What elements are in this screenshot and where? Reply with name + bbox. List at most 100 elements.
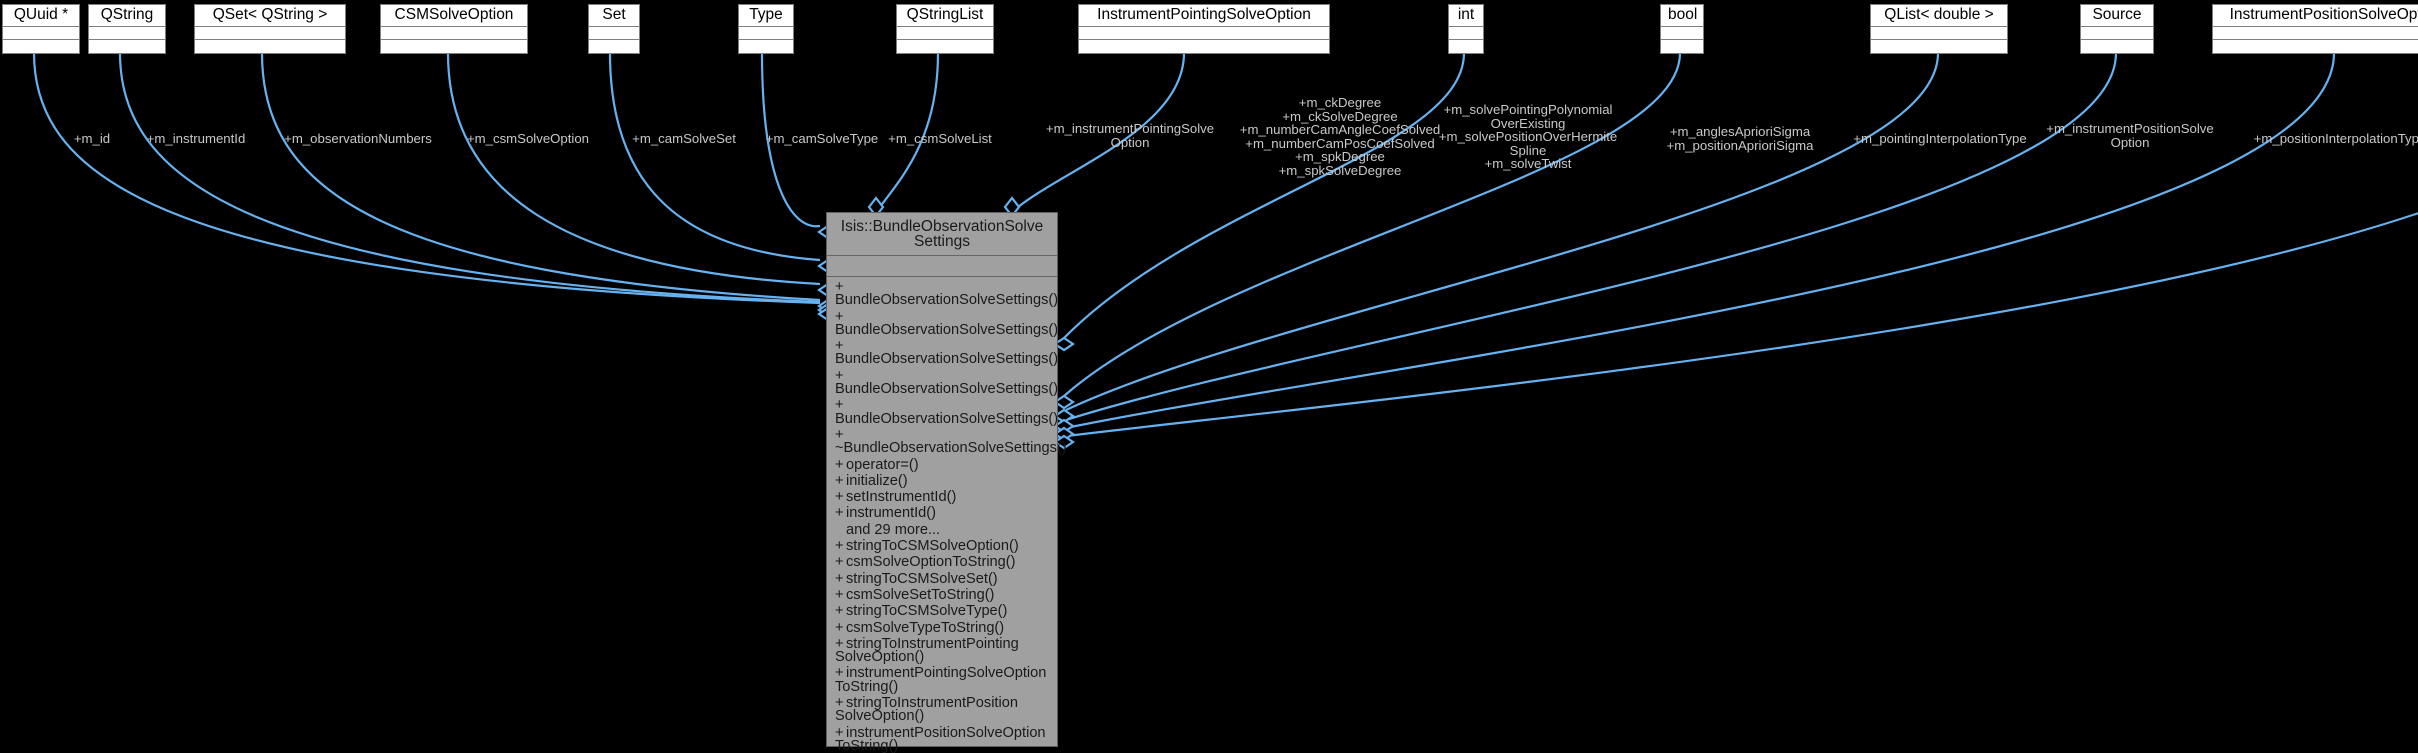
type-node[interactable]: QStringList bbox=[896, 4, 994, 54]
class-box-bundle-observation-solve-settings[interactable]: Isis::BundleObservationSolve Settings +B… bbox=[826, 212, 1067, 753]
type-node[interactable]: InstrumentPositionSolveOption bbox=[2212, 4, 2418, 54]
type-node-title: int bbox=[1449, 5, 1483, 27]
edge-label: +m_pointingInterpolationType bbox=[1853, 131, 2027, 146]
class-method-label: instrumentPositionSolveOption ToString() bbox=[835, 724, 1046, 753]
class-method-row[interactable]: +BundleObservationSolveSettings() bbox=[827, 280, 1059, 309]
type-node-attributes bbox=[3, 27, 79, 40]
edge-label: +m_instrumentId bbox=[146, 131, 246, 146]
type-node-title: bool bbox=[1661, 5, 1703, 27]
class-method-label: stringToCSMSolveSet() bbox=[846, 570, 998, 587]
type-node-operations bbox=[897, 40, 993, 53]
type-node-title: Set bbox=[589, 5, 639, 27]
type-node-operations bbox=[1449, 40, 1483, 53]
edge-layer bbox=[32, 52, 2418, 450]
class-method-row[interactable]: +~BundleObservationSolveSettings() bbox=[827, 428, 1067, 456]
class-method-label: instrumentId() bbox=[846, 505, 937, 522]
class-method-label: stringToCSMSolveOption() bbox=[846, 538, 1019, 555]
type-node-attributes bbox=[195, 27, 345, 40]
type-node-attributes bbox=[1449, 27, 1483, 40]
edge-label: +m_csmSolveOption bbox=[466, 131, 590, 146]
type-node-operations bbox=[1079, 40, 1329, 53]
visibility-marker: + bbox=[835, 570, 844, 587]
type-node-operations bbox=[381, 40, 527, 53]
edge-label: +m_positionInterpolationType bbox=[2253, 131, 2418, 146]
type-node-attributes bbox=[897, 27, 993, 40]
type-node-attributes bbox=[2081, 27, 2153, 40]
type-node[interactable]: QUuid * bbox=[2, 4, 80, 54]
visibility-marker: + bbox=[835, 505, 844, 522]
type-node-title: Source bbox=[2081, 5, 2153, 27]
type-node[interactable]: CSMSolveOption bbox=[380, 4, 528, 54]
class-method-label: stringToCSMSolveType() bbox=[846, 603, 1008, 620]
class-method-row[interactable]: + csmSolveTypeToString() bbox=[827, 619, 1057, 636]
class-method-label: BundleObservationSolveSettings() bbox=[835, 292, 1059, 309]
class-method-label: BundleObservationSolveSettings() bbox=[835, 381, 1059, 398]
class-method-row[interactable]: + instrumentPositionSolveOption ToString(… bbox=[827, 724, 1057, 753]
class-method-row[interactable]: + stringToInstrumentPointing SolveOption(… bbox=[827, 636, 1057, 664]
class-method-row[interactable]: + stringToCSMSolveSet() bbox=[827, 570, 1057, 587]
class-method-row[interactable]: + stringToCSMSolveOption() bbox=[827, 538, 1057, 555]
class-method-row[interactable]: + csmSolveOptionToString() bbox=[827, 554, 1057, 571]
visibility-marker: + bbox=[835, 456, 844, 473]
type-node-operations bbox=[739, 40, 793, 53]
class-method-label: BundleObservationSolveSettings() bbox=[835, 351, 1059, 368]
edge-label: +m_anglesAprioriSigma +m_positionApriori… bbox=[1666, 124, 1814, 153]
class-method-label: setInstrumentId() bbox=[846, 489, 957, 506]
class-method-row[interactable]: + stringToCSMSolveType() bbox=[827, 603, 1057, 620]
type-node[interactable]: bool bbox=[1660, 4, 1704, 54]
class-method-label: csmSolveTypeToString() bbox=[846, 619, 1005, 636]
type-node-attributes bbox=[1661, 27, 1703, 40]
class-method-label: initialize() bbox=[846, 472, 908, 489]
edge-label: +m_observationNumbers bbox=[284, 131, 432, 146]
class-method-row[interactable]: + instrumentPointingSolveOption ToString(… bbox=[827, 666, 1057, 694]
class-method-row[interactable]: + initialize() bbox=[827, 472, 1057, 489]
type-node-attributes bbox=[2213, 27, 2418, 40]
type-node-attributes bbox=[739, 27, 793, 40]
class-method-label: operator=() bbox=[846, 456, 919, 473]
edge-m_camSolveSet bbox=[608, 52, 821, 262]
edge-m_id bbox=[32, 52, 821, 305]
type-node[interactable]: Set bbox=[588, 4, 640, 54]
class-method-row[interactable]: +BundleObservationSolveSettings() bbox=[827, 398, 1058, 426]
edge-label: +m_id bbox=[73, 131, 111, 146]
class-method-label: BundleObservationSolveSettings() bbox=[835, 321, 1059, 338]
class-method-row[interactable]: + instrumentId() bbox=[827, 505, 1057, 522]
class-method-label: ~BundleObservationSolveSettings() bbox=[835, 440, 1067, 457]
class-method-label: csmSolveOptionToString() bbox=[846, 554, 1016, 571]
edge-label: +m_instrumentPointingSolve Option bbox=[1045, 121, 1215, 150]
class-method-label: csmSolveSetToString() bbox=[846, 586, 995, 603]
type-node-title: QList< double > bbox=[1871, 5, 2007, 27]
class-method-label: stringToInstrumentPosition SolveOption() bbox=[835, 695, 1018, 725]
type-node-operations bbox=[589, 40, 639, 53]
type-node-title: InstrumentPointingSolveOption bbox=[1079, 5, 1329, 27]
visibility-marker: + bbox=[835, 586, 844, 603]
type-node-attributes bbox=[1871, 27, 2007, 40]
type-node[interactable]: Type bbox=[738, 4, 794, 54]
class-title: Isis::BundleObservationSolve Settings bbox=[827, 213, 1057, 256]
class-method-row[interactable]: + stringToInstrumentPosition SolveOption(… bbox=[827, 695, 1057, 725]
class-method-row[interactable]: +BundleObservationSolveSettings() bbox=[827, 309, 1059, 338]
edge-label: +m_instrumentPositionSolve Option bbox=[2046, 121, 2214, 150]
class-method-row[interactable]: and 29 more... bbox=[827, 522, 1057, 537]
class-attributes-compartment bbox=[827, 256, 1057, 277]
type-node[interactable]: InstrumentPointingSolveOption bbox=[1078, 4, 1330, 54]
class-method-row[interactable]: +BundleObservationSolveSettings() bbox=[827, 339, 1059, 368]
class-method-row[interactable]: +BundleObservationSolveSettings() bbox=[827, 368, 1059, 398]
edge-m_csmSolveOption bbox=[446, 52, 821, 286]
type-node-operations bbox=[1661, 40, 1703, 53]
type-node[interactable]: QSet< QString > bbox=[194, 4, 346, 54]
visibility-marker: + bbox=[835, 554, 844, 571]
type-node[interactable]: QString bbox=[88, 4, 166, 54]
type-node-attributes bbox=[589, 27, 639, 40]
type-node[interactable]: QList< double > bbox=[1870, 4, 2008, 54]
type-node[interactable]: int bbox=[1448, 4, 1484, 54]
edge-m_instrumentId bbox=[118, 52, 821, 304]
class-method-row[interactable]: + csmSolveSetToString() bbox=[827, 586, 1057, 603]
type-node[interactable]: Source bbox=[2080, 4, 2154, 54]
type-node-title: CSMSolveOption bbox=[381, 5, 527, 27]
type-node-title: Type bbox=[739, 5, 793, 27]
class-method-row[interactable]: + setInstrumentId() bbox=[827, 489, 1057, 506]
class-method-row[interactable]: + operator=() bbox=[827, 456, 1057, 473]
visibility-marker: + bbox=[835, 472, 844, 489]
type-node-title: InstrumentPositionSolveOption bbox=[2213, 5, 2418, 27]
